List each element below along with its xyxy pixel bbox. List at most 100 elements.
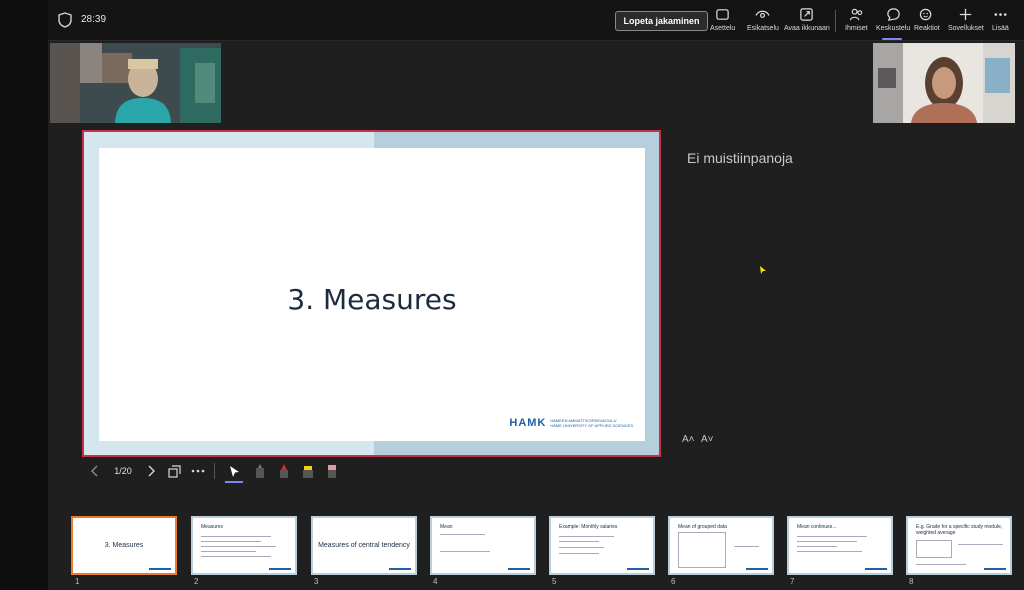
thumbnail-text-line xyxy=(916,564,966,565)
layout-button[interactable]: Asettelu xyxy=(710,7,735,32)
highlighter-button[interactable] xyxy=(300,460,316,482)
next-slide-button[interactable] xyxy=(144,460,158,482)
controls-divider xyxy=(214,463,215,479)
thumbnail-logo xyxy=(984,568,1006,570)
more-options-button[interactable] xyxy=(190,460,206,482)
previous-slide-button[interactable] xyxy=(88,460,102,482)
presenter-controls: 1/20 xyxy=(82,460,352,484)
thumbnail-table xyxy=(678,532,726,568)
chat-button[interactable]: Keskustelu xyxy=(876,7,910,32)
thumbnail-text-line xyxy=(559,553,599,554)
participant-video-left[interactable] xyxy=(50,43,221,123)
thumbnail-text-line xyxy=(797,551,862,552)
thumbnail-title: Example: Monthly salaries xyxy=(559,524,618,530)
slide-grid-button[interactable] xyxy=(166,460,182,482)
thumbnail-number: 4 xyxy=(433,577,438,586)
thumbnail-number: 5 xyxy=(552,577,557,586)
reactions-icon xyxy=(920,8,932,21)
slide-thumbnail-2[interactable]: Measures xyxy=(191,516,297,575)
eraser-icon xyxy=(328,465,336,478)
slide-thumbnails: 3. Measures 1 Measures 2 Measures of cen… xyxy=(0,510,1024,590)
slide-thumbnail-3[interactable]: Measures of central tendency xyxy=(311,516,417,575)
thumbnail-text-line xyxy=(559,541,599,542)
slide-thumbnail-6[interactable]: Mean of grouped data xyxy=(668,516,774,575)
slide-thumbnail-5[interactable]: Example: Monthly salaries xyxy=(549,516,655,575)
eraser-button[interactable] xyxy=(324,460,340,482)
people-icon xyxy=(849,8,862,21)
hamk-logo-line2: HÄME UNIVERSITY OF APPLIED SCIENCES xyxy=(550,423,633,428)
left-strip xyxy=(0,0,48,590)
laser-pointer-button[interactable] xyxy=(226,460,242,482)
slides-grid-icon xyxy=(167,464,181,478)
thumbnail-number: 8 xyxy=(909,577,914,586)
pen-gray-button[interactable] xyxy=(252,460,268,482)
speaker-notes: Ei muistiinpanoja xyxy=(687,150,793,166)
toolbar-divider xyxy=(835,10,836,32)
thumbnail-text-line xyxy=(201,541,261,542)
thumbnail-logo xyxy=(149,568,171,570)
current-slide[interactable]: 3. Measures HAMK HÄMEEN AMMATTIKORKEAKOU… xyxy=(82,130,661,457)
more-horizontal-icon xyxy=(191,469,205,473)
popout-icon xyxy=(800,8,814,21)
thumbnail-text-line xyxy=(797,541,857,542)
thumbnail-text-line xyxy=(958,544,1003,545)
participant-video-right[interactable] xyxy=(873,43,1015,123)
popout-button[interactable]: Avaa ikkunaan xyxy=(784,7,830,32)
thumbnail-number: 1 xyxy=(75,577,80,586)
participant-video-feed xyxy=(873,43,1015,123)
slide-thumbnail-8[interactable]: E.g. Grade for a specific study module, … xyxy=(906,516,1012,575)
people-button[interactable]: Ihmiset xyxy=(845,7,868,32)
slide-thumbnail-1[interactable]: 3. Measures xyxy=(71,516,177,575)
highlighter-icon xyxy=(303,466,313,478)
thumbnail-text-line xyxy=(559,547,604,548)
pen-red-button[interactable] xyxy=(276,460,292,482)
decrease-font-button[interactable]: A˅ xyxy=(701,434,714,445)
chat-icon xyxy=(886,8,900,21)
participant-video-feed xyxy=(50,43,221,123)
thumbnail-title: Measures of central tendency xyxy=(318,542,410,549)
more-icon xyxy=(994,13,1007,16)
thumbnail-title: 3. Measures xyxy=(104,542,144,549)
thumbnail-logo xyxy=(746,568,768,570)
layout-icon xyxy=(716,9,729,20)
thumbnail-text-line xyxy=(734,546,759,547)
thumbnail-title: E.g. Grade for a specific study module, … xyxy=(916,524,1003,536)
hamk-logo: HAMK HÄMEEN AMMATTIKORKEAKOULU HÄME UNIV… xyxy=(509,417,633,429)
thumbnail-logo xyxy=(389,568,411,570)
thumbnail-title: Mean xyxy=(440,524,453,530)
more-button[interactable]: Lisää xyxy=(992,7,1009,32)
apps-button[interactable]: Sovellukset xyxy=(948,7,984,32)
teams-presenter-view: 28:39 Lopeta jakaminen Asettelu Esikatse… xyxy=(0,0,1024,590)
increase-font-button[interactable]: A˄ xyxy=(682,434,695,445)
slide-thumbnail-7[interactable]: Mean continues... xyxy=(787,516,893,575)
meeting-toolbar: 28:39 Lopeta jakaminen Asettelu Esikatse… xyxy=(48,0,1024,41)
reactions-button[interactable]: Reaktiot xyxy=(914,7,940,32)
thumbnail-logo xyxy=(627,568,649,570)
thumbnail-text-line xyxy=(797,536,867,537)
hamk-logo-subtitle: HÄMEEN AMMATTIKORKEAKOULU HÄME UNIVERSIT… xyxy=(550,418,633,428)
slide-content: 3. Measures HAMK HÄMEEN AMMATTIKORKEAKOU… xyxy=(99,148,645,441)
chevron-left-icon xyxy=(91,465,98,477)
thumbnail-table xyxy=(916,540,952,558)
stop-sharing-button[interactable]: Lopeta jakaminen xyxy=(615,11,708,31)
shield-icon xyxy=(58,12,72,28)
thumbnail-text-line xyxy=(201,556,271,557)
thumbnail-text-line xyxy=(201,551,256,552)
thumbnail-title: Measures xyxy=(201,524,223,530)
pointer-active-indicator xyxy=(225,481,243,483)
thumbnail-number: 7 xyxy=(790,577,795,586)
preview-button[interactable]: Esikatselu xyxy=(747,7,779,32)
eye-icon xyxy=(755,10,771,18)
chat-active-indicator xyxy=(882,38,902,40)
pointer-arrow-icon xyxy=(229,465,239,477)
slide-title: 3. Measures xyxy=(287,283,457,316)
plus-icon xyxy=(960,8,972,21)
slide-thumbnail-4[interactable]: Mean xyxy=(430,516,536,575)
red-pen-icon xyxy=(280,464,288,478)
thumbnail-number: 2 xyxy=(194,577,199,586)
meeting-timer: 28:39 xyxy=(81,14,107,25)
thumbnail-number: 6 xyxy=(671,577,676,586)
hamk-logo-word: HAMK xyxy=(509,417,547,429)
mouse-cursor-icon xyxy=(760,266,766,274)
thumbnail-number: 3 xyxy=(314,577,319,586)
